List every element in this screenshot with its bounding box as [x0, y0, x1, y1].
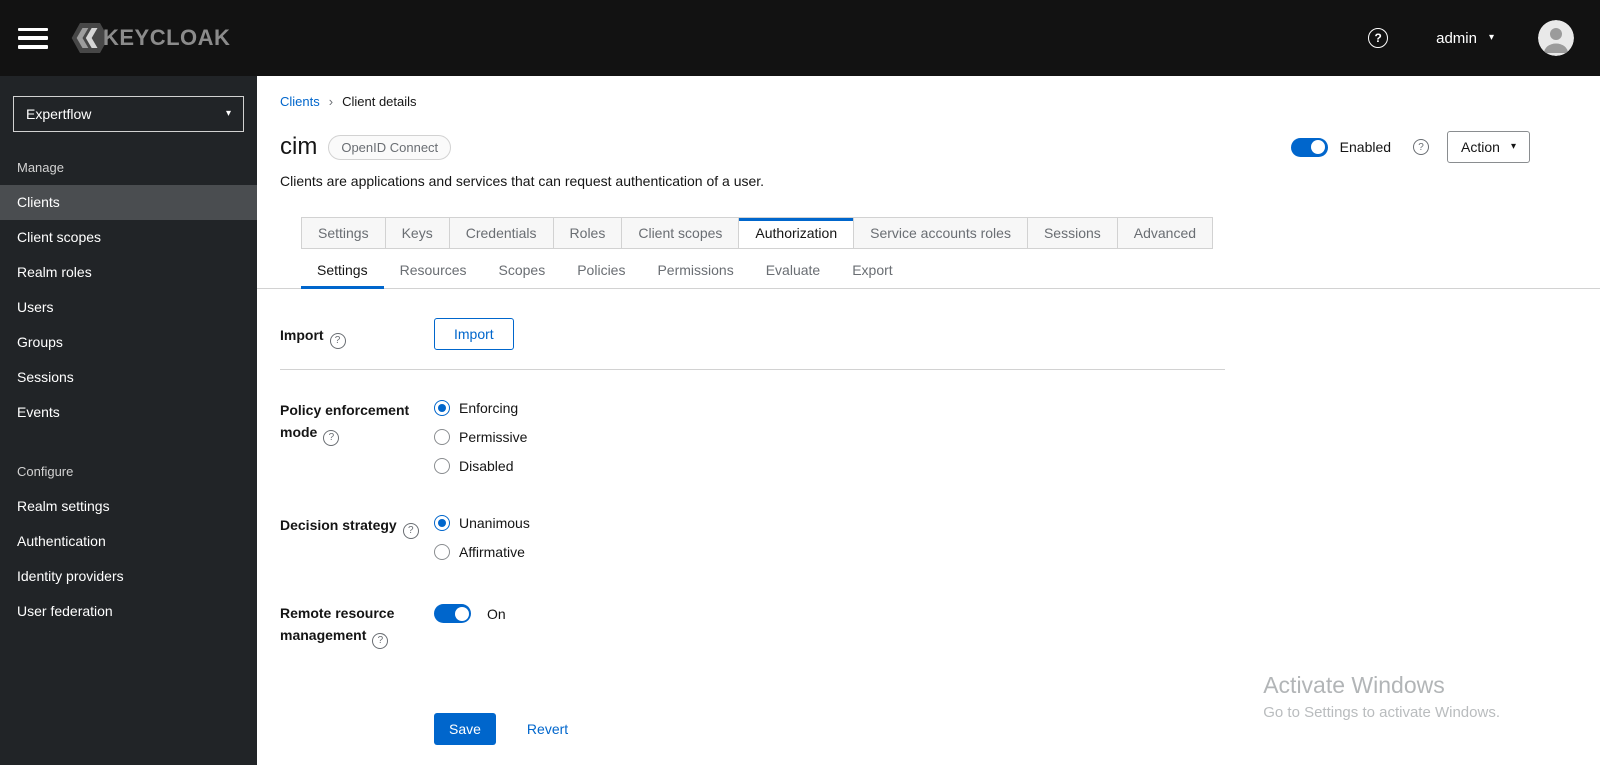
remote-resource-management-label: Remote resource management?: [280, 602, 434, 649]
help-icon[interactable]: ?: [323, 430, 340, 446]
tab-advanced[interactable]: Advanced: [1118, 218, 1212, 248]
sidebar-item-events[interactable]: Events: [0, 395, 257, 430]
topbar: KEYCLOAK ? admin ▾: [0, 0, 1600, 76]
help-icon[interactable]: ?: [402, 523, 419, 539]
tab-service-accounts-roles[interactable]: Service accounts roles: [854, 218, 1028, 248]
chevron-down-icon: ▾: [225, 108, 231, 119]
tab-credentials[interactable]: Credentials: [450, 218, 554, 248]
nav-group-manage: Manage Clients Client scopes Realm roles…: [0, 152, 257, 430]
user-menu[interactable]: admin ▾: [1436, 30, 1494, 47]
radio-option-disabled[interactable]: Disabled: [434, 458, 527, 474]
breadcrumb: Clients › Client details: [280, 94, 1530, 109]
tab-client-scopes[interactable]: Client scopes: [622, 218, 740, 248]
breadcrumb-clients-link[interactable]: Clients: [280, 94, 320, 109]
breadcrumb-separator-icon: ›: [328, 94, 334, 109]
policy-enforcement-mode-row: Policy enforcement mode? Enforcing Permi…: [280, 399, 1600, 474]
help-icon[interactable]: ?: [372, 633, 389, 649]
client-tabs: Settings Keys Credentials Roles Client s…: [301, 217, 1214, 249]
action-menu-label: Action: [1461, 139, 1500, 155]
help-icon[interactable]: ?: [1368, 28, 1389, 48]
sidebar-item-authentication[interactable]: Authentication: [0, 524, 257, 559]
authorization-subtabs: Settings Resources Scopes Policies Permi…: [257, 254, 1600, 289]
topbar-right: ? admin ▾: [1368, 20, 1574, 56]
subtab-export[interactable]: Export: [836, 254, 908, 288]
radio-option-permissive[interactable]: Permissive: [434, 429, 527, 445]
save-button[interactable]: Save: [434, 713, 496, 745]
remote-resource-toggle[interactable]: [434, 604, 471, 623]
decision-strategy-options: Unanimous Affirmative: [434, 514, 530, 560]
tab-authorization[interactable]: Authorization: [739, 218, 855, 248]
chevron-down-icon: ▾: [1488, 32, 1494, 43]
subtab-evaluate[interactable]: Evaluate: [750, 254, 836, 288]
policy-enforcement-mode-options: Enforcing Permissive Disabled: [434, 399, 527, 474]
revert-link[interactable]: Revert: [527, 721, 568, 737]
radio-option-unanimous[interactable]: Unanimous: [434, 515, 530, 531]
divider: [280, 369, 1225, 370]
tab-roles[interactable]: Roles: [554, 218, 623, 248]
sidebar-item-client-scopes[interactable]: Client scopes: [0, 220, 257, 255]
subtab-scopes[interactable]: Scopes: [483, 254, 562, 288]
protocol-badge: OpenID Connect: [328, 134, 452, 160]
radio-indicator: [434, 400, 450, 416]
import-label: Import?: [280, 318, 434, 349]
radio-indicator: [434, 429, 450, 445]
realm-selector-value: Expertflow: [26, 106, 92, 122]
radio-option-affirmative[interactable]: Affirmative: [434, 544, 530, 560]
header-controls: Enabled ? Action ▾: [1290, 131, 1530, 163]
brand-wordmark: KEYCLOAK: [103, 25, 231, 50]
tab-keys[interactable]: Keys: [386, 218, 450, 248]
sidebar: Expertflow ▾ Manage Clients Client scope…: [0, 76, 257, 765]
nav-section-label-configure: Configure: [17, 464, 74, 479]
menu-toggle-button[interactable]: [18, 27, 48, 49]
authorization-settings-form: Import? Import Policy enforcement mode? …: [257, 289, 1600, 745]
remote-resource-management-control: On: [434, 602, 506, 623]
subtab-permissions[interactable]: Permissions: [641, 254, 749, 288]
sidebar-item-user-federation[interactable]: User federation: [0, 594, 257, 629]
page-title: cim: [280, 133, 318, 160]
enabled-toggle[interactable]: [1290, 137, 1328, 157]
radio-option-enforcing[interactable]: Enforcing: [434, 400, 527, 416]
subtab-resources[interactable]: Resources: [384, 254, 483, 288]
sidebar-item-realm-roles[interactable]: Realm roles: [0, 255, 257, 290]
radio-indicator: [434, 544, 450, 560]
content-header: Clients › Client details cim OpenID Conn…: [257, 76, 1600, 189]
remote-resource-management-row: Remote resource management? On: [280, 602, 1600, 649]
subtab-policies[interactable]: Policies: [561, 254, 641, 288]
policy-enforcement-mode-label: Policy enforcement mode?: [280, 399, 434, 446]
keycloak-brand: KEYCLOAK: [70, 18, 230, 58]
help-icon[interactable]: ?: [329, 333, 346, 349]
sidebar-item-identity-providers[interactable]: Identity providers: [0, 559, 257, 594]
header-row: cim OpenID Connect Enabled ? Action ▾: [280, 131, 1530, 163]
chevron-down-icon: ▾: [1510, 141, 1516, 152]
form-actions: Save Revert: [434, 713, 1600, 745]
nav-section-label-manage: Manage: [17, 160, 64, 175]
import-row: Import? Import: [280, 318, 1600, 350]
sidebar-item-groups[interactable]: Groups: [0, 325, 257, 360]
sidebar-item-clients[interactable]: Clients: [0, 185, 257, 220]
radio-indicator: [434, 458, 450, 474]
subtab-settings[interactable]: Settings: [301, 254, 384, 289]
client-description: Clients are applications and services th…: [280, 173, 765, 189]
sidebar-item-realm-settings[interactable]: Realm settings: [0, 489, 257, 524]
breadcrumb-current: Client details: [342, 94, 417, 109]
sidebar-item-users[interactable]: Users: [0, 290, 257, 325]
tab-sessions[interactable]: Sessions: [1028, 218, 1118, 248]
sidebar-item-sessions[interactable]: Sessions: [0, 360, 257, 395]
user-menu-label: admin: [1436, 29, 1477, 47]
radio-indicator: [434, 515, 450, 531]
decision-strategy-label: Decision strategy?: [280, 514, 434, 539]
enabled-label: Enabled: [1339, 139, 1392, 155]
import-button[interactable]: Import: [434, 318, 514, 350]
remote-resource-toggle-state: On: [487, 605, 506, 622]
decision-strategy-row: Decision strategy? Unanimous Affirmative: [280, 514, 1600, 560]
action-menu-button[interactable]: Action ▾: [1447, 131, 1530, 163]
tab-settings[interactable]: Settings: [302, 218, 386, 248]
avatar[interactable]: [1538, 20, 1574, 56]
main-content: Clients › Client details cim OpenID Conn…: [257, 76, 1600, 765]
realm-selector[interactable]: Expertflow ▾: [13, 96, 244, 132]
help-icon[interactable]: ?: [1413, 139, 1430, 155]
nav-group-configure: Configure Realm settings Authentication …: [0, 456, 257, 629]
